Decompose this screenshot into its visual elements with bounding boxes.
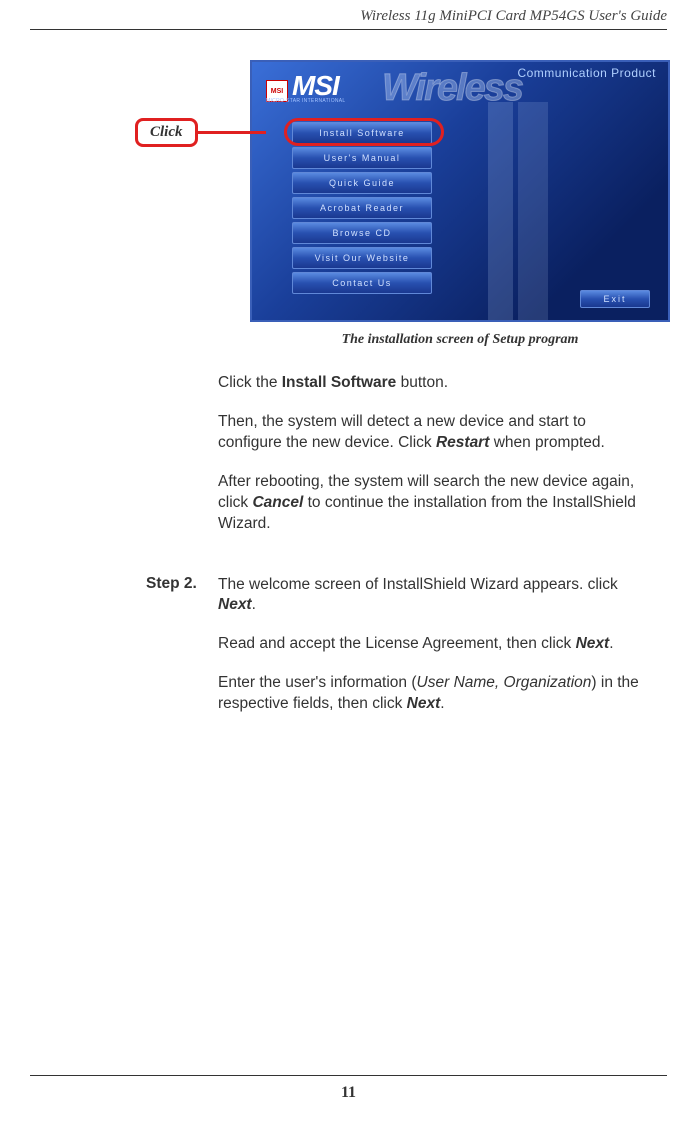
page-header: Wireless 11g MiniPCI Card MP54GS User's … [30, 0, 667, 30]
page-number: 11 [0, 1084, 697, 1102]
click-callout: Click [135, 118, 266, 147]
visit-website-button[interactable]: Visit Our Website [292, 247, 432, 269]
paragraph: The welcome screen of InstallShield Wiza… [218, 575, 647, 617]
text: Enter the user's information ( [218, 674, 417, 691]
paragraph: After rebooting, the system will search … [218, 472, 647, 535]
msi-brand-subtext: MICRO-STAR INTERNATIONAL [266, 98, 346, 104]
installer-menu: Install Software User's Manual Quick Gui… [292, 122, 432, 294]
screenshot-caption: The installation screen of Setup program [250, 332, 670, 348]
bg-stripe [488, 102, 513, 322]
contact-us-button[interactable]: Contact Us [292, 272, 432, 294]
body-text: Click the Install Software button. Then,… [218, 373, 647, 535]
text: Click the [218, 374, 282, 391]
text: Read and accept the License Agreement, t… [218, 635, 576, 652]
installer-window: Wireless Communication Product MSI MSI M… [250, 60, 670, 322]
installer-screenshot: Click Wireless Communication Product MSI… [250, 60, 667, 322]
browse-cd-button[interactable]: Browse CD [292, 222, 432, 244]
paragraph: Enter the user's information (User Name,… [218, 673, 647, 715]
exit-button[interactable]: Exit [580, 290, 650, 308]
bold-italic-text: Restart [436, 434, 489, 451]
text: when prompted. [489, 434, 604, 451]
click-callout-label: Click [135, 118, 198, 147]
text: . [440, 695, 444, 712]
text: . [609, 635, 613, 652]
text: The welcome screen of InstallShield Wiza… [218, 576, 618, 593]
paragraph: Click the Install Software button. [218, 373, 647, 394]
step-label: Step 2. [146, 575, 218, 734]
highlight-oval [284, 118, 444, 146]
bold-italic-text: Next [407, 695, 441, 712]
callout-connector [198, 131, 266, 134]
step-2: Step 2. The welcome screen of InstallShi… [30, 575, 667, 734]
paragraph: Read and accept the License Agreement, t… [218, 634, 647, 655]
paragraph: Then, the system will detect a new devic… [218, 412, 647, 454]
quick-guide-button[interactable]: Quick Guide [292, 172, 432, 194]
bold-text: Install Software [282, 374, 397, 391]
users-manual-button[interactable]: User's Manual [292, 147, 432, 169]
step-content: The welcome screen of InstallShield Wiza… [218, 575, 647, 734]
footer-divider [30, 1075, 667, 1076]
text: button. [396, 374, 448, 391]
bold-italic-text: Next [576, 635, 610, 652]
bg-stripe [518, 102, 548, 322]
bold-italic-text: Cancel [252, 494, 303, 511]
communication-product-label: Communication Product [517, 66, 656, 80]
acrobat-reader-button[interactable]: Acrobat Reader [292, 197, 432, 219]
text: . [252, 596, 256, 613]
bold-italic-text: Next [218, 596, 252, 613]
italic-text: User Name, Organization [417, 674, 592, 691]
